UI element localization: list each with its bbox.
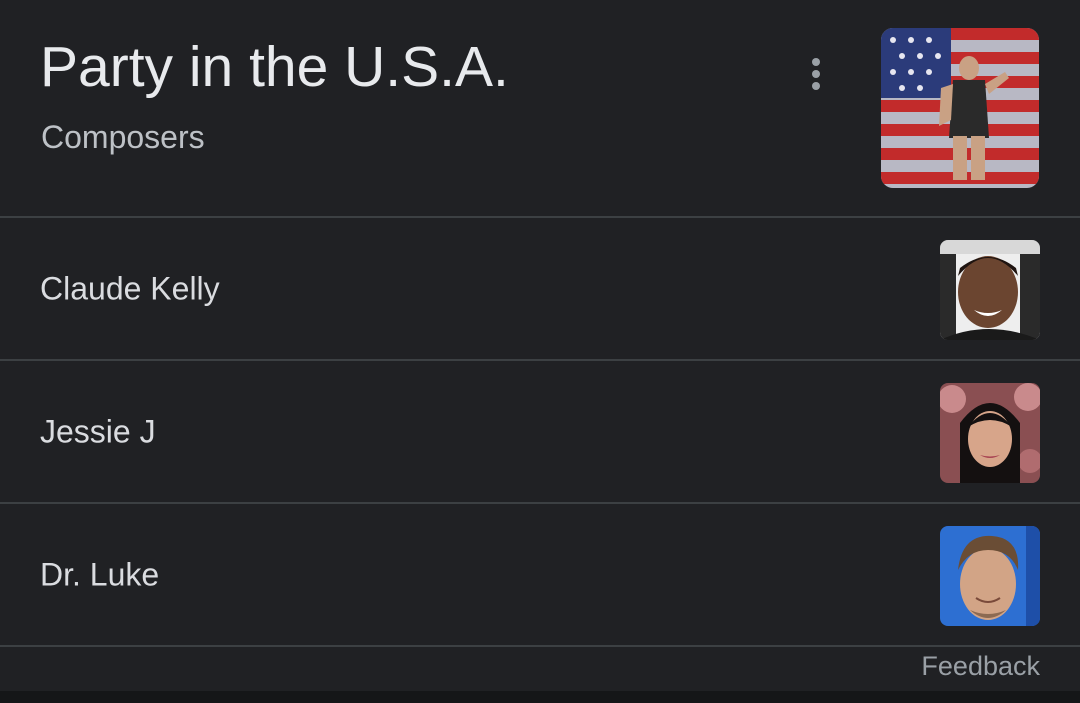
composer-name: Dr. Luke [40, 556, 160, 592]
composer-row[interactable]: Claude Kelly [0, 218, 1080, 361]
composer-name: Jessie J [40, 413, 156, 449]
card-header: Party in the U.S.A. Composers [0, 0, 1080, 218]
album-art-thumbnail[interactable] [881, 28, 1039, 188]
composer-photo [940, 383, 1040, 483]
composer-name: Claude Kelly [40, 270, 220, 306]
section-subtitle: Composers [41, 119, 205, 155]
composer-row[interactable]: Dr. Luke [0, 504, 1080, 647]
composer-photo [940, 526, 1040, 626]
more-options-icon[interactable] [796, 52, 836, 96]
composer-row[interactable]: Jessie J [0, 361, 1080, 504]
composers-card: Party in the U.S.A. Composers Claude Kel… [0, 0, 1080, 703]
bottom-divider [0, 691, 1080, 703]
composer-photo [940, 240, 1040, 340]
feedback-link[interactable]: Feedback [921, 651, 1040, 682]
card-footer: Feedback [0, 647, 1080, 692]
song-title: Party in the U.S.A. [40, 35, 509, 99]
